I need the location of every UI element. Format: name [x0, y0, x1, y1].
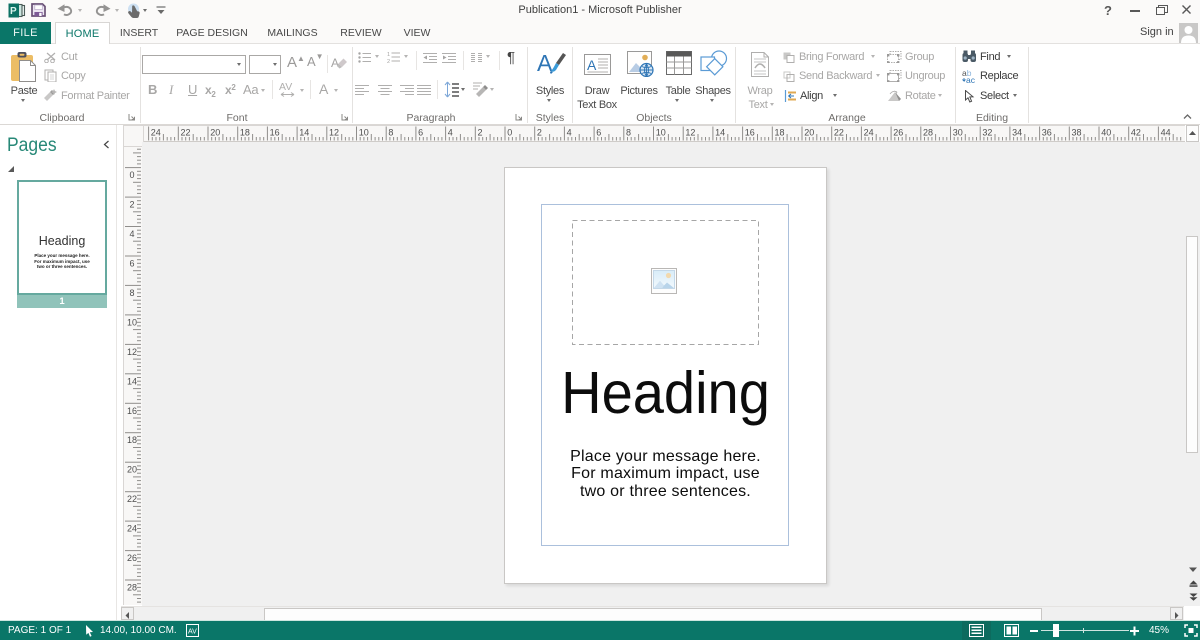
svg-text:20: 20	[804, 128, 814, 138]
svg-text:18: 18	[240, 128, 250, 138]
svg-text:12: 12	[127, 347, 137, 357]
svg-text:24: 24	[151, 128, 161, 138]
svg-text:8: 8	[388, 128, 393, 138]
svg-text:32: 32	[982, 128, 992, 138]
svg-text:18: 18	[127, 435, 137, 445]
svg-text:34: 34	[1012, 128, 1022, 138]
svg-text:16: 16	[745, 128, 755, 138]
svg-text:14: 14	[299, 128, 309, 138]
svg-text:2: 2	[537, 128, 542, 138]
svg-text:26: 26	[893, 128, 903, 138]
svg-text:28: 28	[127, 583, 137, 593]
svg-text:28: 28	[923, 128, 933, 138]
svg-text:14: 14	[715, 128, 725, 138]
svg-text:22: 22	[181, 128, 191, 138]
svg-text:22: 22	[834, 128, 844, 138]
svg-text:22: 22	[127, 494, 137, 504]
svg-text:AV: AV	[188, 629, 197, 636]
svg-text:2: 2	[478, 128, 483, 138]
svg-text:20: 20	[127, 465, 137, 475]
svg-text:12: 12	[685, 128, 695, 138]
svg-text:2: 2	[129, 200, 134, 210]
svg-text:6: 6	[418, 128, 423, 138]
svg-text:6: 6	[596, 128, 601, 138]
svg-text:A: A	[331, 56, 339, 70]
svg-text:8: 8	[129, 288, 134, 298]
svg-text:38: 38	[1072, 128, 1082, 138]
svg-text:42: 42	[1131, 128, 1141, 138]
svg-text:20: 20	[210, 128, 220, 138]
svg-text:0: 0	[507, 128, 512, 138]
svg-text:44: 44	[1161, 128, 1171, 138]
svg-text:P: P	[10, 6, 17, 17]
svg-text:26: 26	[127, 553, 137, 563]
svg-text:18: 18	[775, 128, 785, 138]
svg-text:AV: AV	[279, 81, 292, 93]
svg-text:2: 2	[387, 59, 390, 63]
svg-text:14: 14	[127, 376, 137, 386]
svg-text:12: 12	[329, 128, 339, 138]
svg-text:4: 4	[129, 229, 134, 239]
svg-text:6: 6	[129, 259, 134, 269]
svg-text:0: 0	[129, 170, 134, 180]
svg-text:A: A	[587, 57, 597, 73]
svg-text:36: 36	[1042, 128, 1052, 138]
svg-text:10: 10	[359, 128, 369, 138]
svg-text:30: 30	[953, 128, 963, 138]
svg-text:24: 24	[864, 128, 874, 138]
svg-text:24: 24	[127, 524, 137, 534]
svg-text:8: 8	[626, 128, 631, 138]
svg-text:1: 1	[387, 52, 390, 58]
svg-text:40: 40	[1101, 128, 1111, 138]
svg-text:4: 4	[567, 128, 572, 138]
svg-text:16: 16	[127, 406, 137, 416]
svg-text:ac: ac	[966, 75, 976, 83]
svg-text:10: 10	[127, 317, 137, 327]
svg-text:16: 16	[270, 128, 280, 138]
svg-text:4: 4	[448, 128, 453, 138]
svg-text:10: 10	[656, 128, 666, 138]
